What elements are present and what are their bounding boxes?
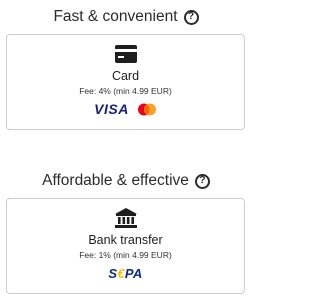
section-heading-affordable: Affordable & effective ? [0, 170, 252, 192]
option-title: Bank transfer [88, 233, 163, 247]
sepa-logo: S € PA [108, 266, 142, 281]
option-title: Card [111, 69, 140, 83]
payment-option-card[interactable]: Card Fee: 4% (min 4.99 EUR) VISA [6, 34, 245, 130]
mastercard-icon [137, 103, 156, 115]
section-title: Fast & convenient [53, 8, 178, 25]
payment-logos: S € PA [7, 264, 244, 282]
option-fee: Fee: 1% (min 4.99 EUR) [79, 250, 172, 260]
sepa-euro-mark: € [117, 265, 125, 281]
payment-option-bank-transfer[interactable]: Bank transfer Fee: 1% (min 4.99 EUR) S € P… [6, 198, 245, 294]
sepa-logo-text-right: PA [124, 265, 143, 281]
help-icon[interactable]: ? [183, 9, 199, 25]
section-title: Affordable & effective [42, 172, 189, 189]
visa-logo: VISA [94, 101, 129, 117]
section-heading-fast: Fast & convenient ? [0, 6, 252, 28]
sepa-logo-text-left: S [108, 265, 118, 281]
credit-card-icon [114, 45, 137, 63]
option-fee: Fee: 4% (min 4.99 EUR) [79, 86, 172, 96]
payment-logos: VISA [7, 100, 244, 118]
help-icon[interactable]: ? [194, 173, 210, 189]
bank-icon [114, 208, 137, 228]
